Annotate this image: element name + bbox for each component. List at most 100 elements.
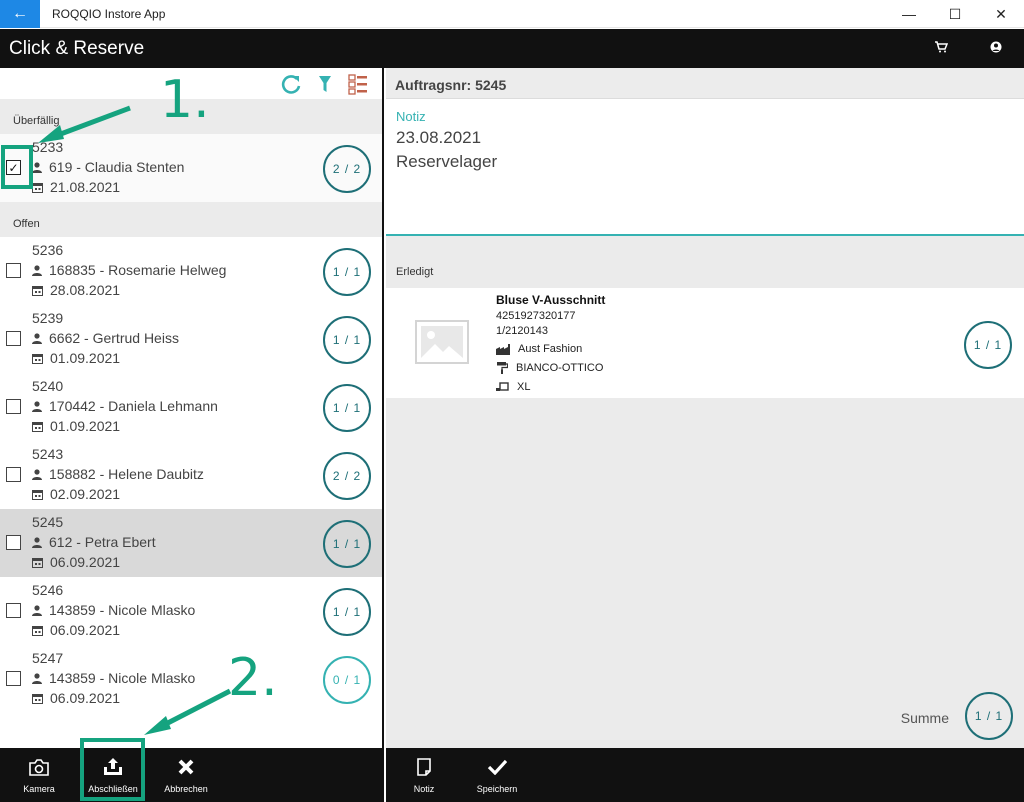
- factory-icon: [496, 343, 510, 355]
- paint-roller-icon: [497, 362, 508, 374]
- note-button-label: Notiz: [413, 784, 435, 794]
- annotation-highlight-finish: [80, 738, 145, 801]
- order-number: 5243: [32, 446, 64, 462]
- calendar-icon: [32, 182, 43, 193]
- calendar-icon: [32, 557, 43, 568]
- customer-name: 6662 - Gertrud Heiss: [49, 330, 179, 346]
- note-button[interactable]: Notiz: [392, 748, 456, 802]
- order-number: 5247: [32, 650, 64, 666]
- customer-name: 619 - Claudia Stenten: [49, 159, 185, 175]
- order-list-item[interactable]: 5236 168835 - Rosemarie Helweg 28.08.2021 1…: [0, 237, 382, 305]
- save-button[interactable]: Speichern: [465, 748, 529, 802]
- calendar-icon: [32, 421, 43, 432]
- annotation-arrow-2: [144, 688, 232, 735]
- product-article-number: 1/2120143: [496, 325, 548, 337]
- calendar-icon: [32, 693, 43, 704]
- done-group-header: Erledigt: [396, 266, 434, 278]
- note-section: Notiz 23.08.2021 Reservelager: [386, 99, 1024, 236]
- note-icon: [416, 756, 432, 778]
- window-title: ROQQIO Instore App: [52, 6, 166, 21]
- camera-button[interactable]: Kamera: [7, 748, 71, 802]
- item-count-badge: 1 / 1: [323, 384, 371, 432]
- order-date: 21.08.2021: [50, 179, 121, 195]
- page-title: Click & Reserve: [9, 37, 145, 59]
- refresh-icon[interactable]: [280, 73, 302, 100]
- close-icon: [177, 756, 195, 778]
- bottom-command-bar: Kamera Abschließen Abbrechen Notiz Speic…: [0, 748, 1024, 802]
- minimize-button[interactable]: —: [886, 0, 932, 28]
- order-list-panel: Überfällig ✓ 5233 619 - Claudia Stenten …: [0, 68, 384, 748]
- order-list-item[interactable]: 5245 612 - Petra Ebert 06.09.2021 1 / 1: [0, 509, 382, 577]
- customer-name: 170442 - Daniela Lehmann: [49, 398, 218, 414]
- item-count-badge: 1 / 1: [323, 316, 371, 364]
- sort-list-icon[interactable]: [348, 73, 368, 100]
- cart-icon[interactable]: [934, 40, 949, 58]
- image-placeholder-icon: [415, 320, 469, 364]
- product-row[interactable]: Bluse V-Ausschnitt 4251927320177 1/21201…: [386, 288, 1024, 398]
- customer-name: 158882 - Helene Daubitz: [49, 466, 204, 482]
- window-titlebar: ← ROQQIO Instore App — ☐ ✕: [0, 0, 1024, 28]
- order-number-header: Auftragsnr: 5245: [386, 68, 1024, 99]
- product-ean: 4251927320177: [496, 310, 576, 322]
- order-checkbox[interactable]: [6, 467, 21, 482]
- item-count-badge: 2 / 2: [323, 452, 371, 500]
- filter-icon[interactable]: [318, 73, 332, 100]
- person-icon: [32, 264, 42, 276]
- item-count-badge: 1 / 1: [964, 321, 1012, 369]
- cancel-button[interactable]: Abbrechen: [154, 748, 218, 802]
- order-list-item[interactable]: 5240 170442 - Daniela Lehmann 01.09.2021 1 …: [0, 373, 382, 441]
- order-checkbox[interactable]: [6, 263, 21, 278]
- person-icon: [32, 604, 42, 616]
- item-count-badge: 1 / 1: [323, 520, 371, 568]
- order-date: 01.09.2021: [50, 418, 121, 434]
- save-label: Speichern: [476, 784, 518, 794]
- calendar-icon: [32, 625, 43, 636]
- camera-label: Kamera: [23, 784, 55, 794]
- item-count-badge: 1 / 1: [323, 588, 371, 636]
- user-account-icon[interactable]: [990, 40, 1002, 58]
- person-icon: [32, 161, 42, 173]
- order-checkbox[interactable]: [6, 331, 21, 346]
- order-number: 5245: [32, 514, 64, 530]
- customer-name: 143859 - Nicole Mlasko: [49, 670, 196, 686]
- sum-count-badge: 1 / 1: [965, 692, 1013, 740]
- item-count-badge: 2 / 2: [323, 145, 371, 193]
- annotation-step-1: 1.: [160, 70, 210, 130]
- note-line: 23.08.2021: [396, 128, 482, 147]
- bottom-bar-divider: [384, 748, 386, 802]
- sum-label: Summe: [900, 710, 949, 726]
- order-date: 06.09.2021: [50, 554, 121, 570]
- order-list-item[interactable]: 5246 143859 - Nicole Mlasko 06.09.2021 1 / …: [0, 577, 382, 645]
- order-date: 06.09.2021: [50, 622, 121, 638]
- close-button[interactable]: ✕: [978, 0, 1024, 28]
- product-color: BIANCO-OTTICO: [516, 362, 604, 374]
- back-button[interactable]: ←: [0, 0, 40, 28]
- order-checkbox[interactable]: [6, 671, 21, 686]
- order-detail-panel: Auftragsnr: 5245 Notiz 23.08.2021 Reserv…: [386, 68, 1024, 748]
- person-icon: [32, 672, 42, 684]
- person-icon: [32, 536, 42, 548]
- maximize-button[interactable]: ☐: [932, 0, 978, 28]
- person-icon: [32, 400, 42, 412]
- order-checkbox[interactable]: [6, 399, 21, 414]
- person-icon: [32, 468, 42, 480]
- annotation-highlight-checkbox: [1, 145, 33, 189]
- order-checkbox[interactable]: [6, 535, 21, 550]
- order-list-item[interactable]: 5243 158882 - Helene Daubitz 02.09.2021 2 /…: [0, 441, 382, 509]
- note-label: Notiz: [396, 109, 426, 124]
- app-header: Click & Reserve: [0, 29, 1024, 68]
- order-checkbox[interactable]: [6, 603, 21, 618]
- customer-name: 612 - Petra Ebert: [49, 534, 156, 550]
- order-list-item[interactable]: 5239 6662 - Gertrud Heiss 01.09.2021 1 / 1: [0, 305, 382, 373]
- arrow-left-icon: ←: [12, 4, 28, 22]
- order-date: 06.09.2021: [50, 690, 121, 706]
- item-count-badge: 0 / 1: [323, 656, 371, 704]
- size-icon: [496, 382, 509, 391]
- customer-name: 143859 - Nicole Mlasko: [49, 602, 196, 618]
- customer-name: 168835 - Rosemarie Helweg: [49, 262, 227, 278]
- order-number: 5239: [32, 310, 64, 326]
- order-number: 5246: [32, 582, 64, 598]
- product-size: XL: [517, 381, 531, 393]
- open-orders-list: 5236 168835 - Rosemarie Helweg 28.08.2021 1…: [0, 237, 382, 713]
- camera-icon: [29, 756, 49, 778]
